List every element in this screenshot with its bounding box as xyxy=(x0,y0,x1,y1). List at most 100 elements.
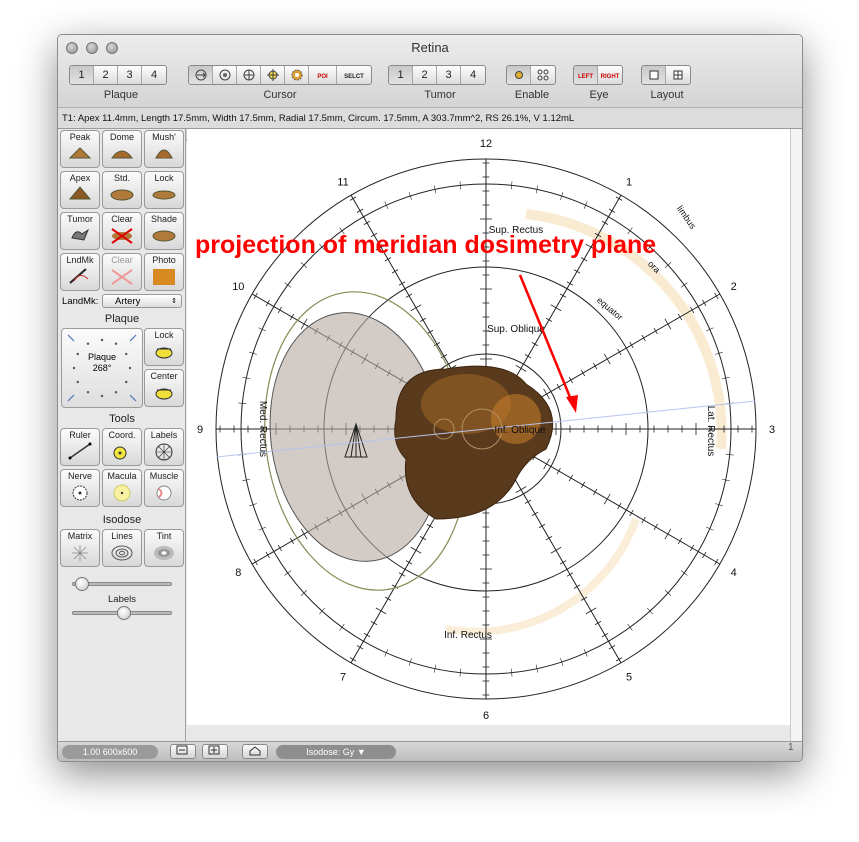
ring-tick xyxy=(459,668,462,677)
meridian-tick xyxy=(524,354,532,359)
layout-quad-button[interactable] xyxy=(666,66,690,84)
zoom-in-button[interactable] xyxy=(202,744,228,759)
shade-button[interactable]: Shade xyxy=(144,212,184,250)
standard-button[interactable]: Std. xyxy=(102,171,142,209)
vertical-scrollbar[interactable] xyxy=(790,129,802,741)
cursor-move-button[interactable] xyxy=(189,66,213,84)
dome-label: Dome xyxy=(109,132,134,142)
plaque-center-button[interactable]: Center xyxy=(144,369,184,407)
lock-button[interactable]: Lock xyxy=(144,171,184,209)
apex-button[interactable]: Apex xyxy=(60,171,100,209)
meridian-tick xyxy=(594,620,602,626)
meridian-tick xyxy=(664,318,672,330)
meridian-tick xyxy=(702,551,707,559)
meridian-tick xyxy=(580,369,586,377)
meridian-tick xyxy=(538,523,546,529)
cursor-crosshair-icon xyxy=(266,69,279,81)
mushroom-button[interactable]: Mush' xyxy=(144,130,184,168)
landmark-select[interactable]: Artery ⇕ xyxy=(102,294,182,308)
nerve-tool-button[interactable]: Nerve xyxy=(60,469,100,507)
ring-tick xyxy=(694,549,702,554)
isodose-popup[interactable]: Isodose: Gy ▼ xyxy=(276,745,396,759)
meridian-tick xyxy=(559,560,567,565)
muscle-tool-button[interactable]: Muscle xyxy=(144,469,184,507)
nerve-tool-label: Nerve xyxy=(67,471,92,481)
labels-slider[interactable] xyxy=(72,606,172,620)
plaque-rotation-control[interactable]: Plaque 268° xyxy=(61,328,143,408)
meridian-tick xyxy=(515,486,527,493)
isodose-popup-label: Isodose: Gy xyxy=(306,747,355,757)
isodose-lines-label: Lines xyxy=(111,531,133,541)
ring-tick xyxy=(680,570,688,576)
plaque-segment-4[interactable]: 4 xyxy=(142,66,166,84)
meridian-tick xyxy=(545,536,553,541)
clock-number-7: 7 xyxy=(340,672,346,684)
zoom-readout: 1.00 600x600 xyxy=(62,745,158,759)
apex-label: Apex xyxy=(69,173,91,183)
meridian-tick xyxy=(531,342,539,347)
meridian-tick xyxy=(289,537,295,545)
nerve-icon xyxy=(61,483,99,503)
ruler-tool-button[interactable]: Ruler xyxy=(60,428,100,466)
tumor-button[interactable]: Tumor xyxy=(60,212,100,250)
plaque-segment-1[interactable]: 1 xyxy=(70,66,94,84)
ring-tick xyxy=(510,181,513,190)
tumor-segment-4[interactable]: 4 xyxy=(461,66,485,84)
plaque-toolbar-label: Plaque xyxy=(103,89,139,101)
labels-slider-knob[interactable] xyxy=(117,606,131,620)
peak-button[interactable]: Peak xyxy=(60,130,100,168)
ring-tick xyxy=(339,623,345,631)
meridian-tick xyxy=(559,293,567,298)
plaque-segment-3[interactable]: 3 xyxy=(118,66,142,84)
layout-single-button[interactable] xyxy=(642,66,666,84)
dome-icon xyxy=(103,144,141,164)
tumor-segment-2[interactable]: 2 xyxy=(413,66,437,84)
isodose-slider-knob[interactable] xyxy=(75,577,89,591)
cursor-gear-button[interactable] xyxy=(285,66,309,84)
zoom-out-button[interactable] xyxy=(170,744,196,759)
ring-tick xyxy=(284,282,292,288)
photo-button[interactable]: Photo xyxy=(144,253,184,291)
meridian-tick xyxy=(363,633,371,638)
dome-button[interactable]: Dome xyxy=(102,130,142,168)
meridian-tick xyxy=(556,467,561,475)
tumor-segment-1[interactable]: 1 xyxy=(389,66,413,84)
labels-tool-button[interactable]: Labels xyxy=(144,428,184,466)
tumor-info-bar: T1: Apex 11.4mm, Length 17.5mm, Width 17… xyxy=(58,107,802,129)
cursor-rotate-button[interactable] xyxy=(213,66,237,84)
meridian-tick xyxy=(653,523,658,531)
meridian-tick xyxy=(608,208,616,213)
meridian-tick xyxy=(585,607,597,615)
plaque-segment-2[interactable]: 2 xyxy=(94,66,118,84)
eye-left-button[interactable]: LEFT xyxy=(574,66,598,84)
coordinates-tool-button[interactable]: Coord. xyxy=(102,428,142,466)
macula-tool-button[interactable]: Macula xyxy=(102,469,142,507)
enable-single-button[interactable] xyxy=(507,66,531,84)
home-button[interactable] xyxy=(242,744,268,759)
select-button[interactable]: SELCT xyxy=(337,66,371,84)
clear-tumor-button[interactable]: Clear xyxy=(102,212,142,250)
annotation-arrow-head xyxy=(566,395,578,413)
ring-tick xyxy=(680,282,688,288)
cursor-target-button[interactable] xyxy=(237,66,261,84)
shade-icon xyxy=(145,226,183,246)
landmark-button[interactable]: LndMk xyxy=(60,253,100,291)
isodose-matrix-button[interactable]: Matrix xyxy=(60,529,100,567)
isodose-tint-button[interactable]: Tint xyxy=(144,529,184,567)
clear-landmark-button[interactable]: Clear xyxy=(102,253,142,291)
enable-multi-button[interactable] xyxy=(531,66,555,84)
meridian-tick xyxy=(653,327,658,335)
retina-diagram[interactable]: 121234567891011Sup. RectusSup. ObliqueIn… xyxy=(187,129,800,725)
tumor-segment-3[interactable]: 3 xyxy=(437,66,461,84)
meridian-tick xyxy=(556,383,561,391)
isodose-slider[interactable] xyxy=(72,577,172,591)
tumor-selector: 1 2 3 4 xyxy=(388,65,486,85)
muscle-icon xyxy=(145,483,183,503)
poi-label: POI xyxy=(317,74,328,80)
plaque-lock-button[interactable]: Lock xyxy=(144,328,184,366)
meridian-tick xyxy=(419,536,427,541)
cursor-crosshair-button[interactable] xyxy=(261,66,285,84)
eye-right-button[interactable]: RIGHT xyxy=(598,66,622,84)
poi-button[interactable]: POI xyxy=(309,66,337,84)
isodose-lines-button[interactable]: Lines xyxy=(102,529,142,567)
